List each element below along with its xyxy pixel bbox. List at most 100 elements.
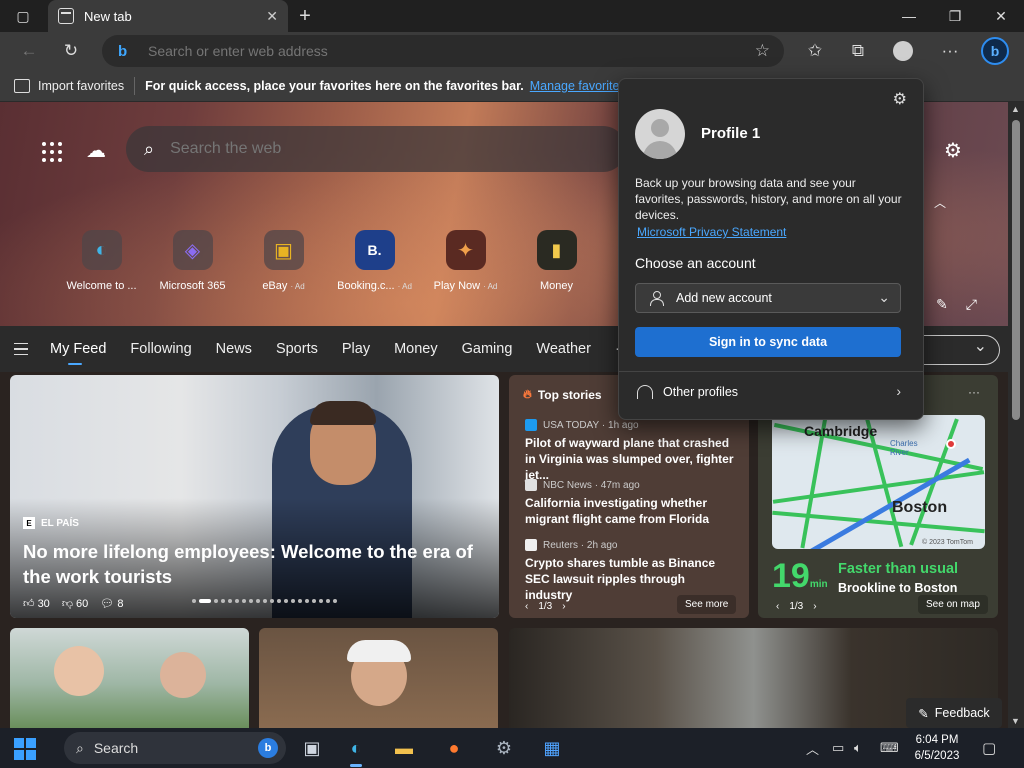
- new-tab-page-icon: [58, 8, 74, 24]
- import-favorites-button[interactable]: Import favorites: [14, 78, 124, 93]
- feed-thumbnail-woman-boxes[interactable]: [259, 628, 498, 728]
- tab-my-feed[interactable]: My Feed: [50, 341, 106, 365]
- quick-link-3[interactable]: B. Booking.c... · Ad: [329, 230, 420, 292]
- close-tab-icon[interactable]: ✕: [266, 8, 278, 25]
- bing-chat-icon[interactable]: b: [980, 36, 1010, 66]
- traffic-route: Brookline to Boston: [838, 581, 958, 595]
- feedback-icon: ✎: [918, 706, 929, 721]
- taskbar-clock[interactable]: 6:04 PM 6/5/2023: [902, 732, 972, 764]
- dislike-button[interactable]: 👎︎ 60: [62, 597, 88, 610]
- collections-icon[interactable]: ⧉: [843, 36, 873, 66]
- apps-launcher-icon[interactable]: [42, 142, 62, 162]
- feedback-button[interactable]: ✎ Feedback: [906, 698, 1002, 728]
- menu-hamburger-icon[interactable]: [14, 343, 28, 355]
- tab-news[interactable]: News: [216, 341, 252, 357]
- feed-layout-dropdown[interactable]: [920, 335, 1000, 365]
- add-favorite-star-icon[interactable]: ☆: [755, 41, 770, 61]
- travel-minutes: 19min: [772, 557, 828, 595]
- background-edit-icon[interactable]: ✎: [936, 296, 948, 313]
- taskbar-search-box[interactable]: ⌕ Search b: [64, 732, 286, 764]
- favorites-separator: [134, 76, 136, 95]
- firefox-icon[interactable]: ●: [440, 734, 468, 762]
- address-bar[interactable]: b ☆: [102, 35, 784, 67]
- quick-link-label: Welcome to ...: [66, 280, 137, 292]
- tab-actions-icon[interactable]: ▢: [0, 0, 46, 32]
- restore-icon[interactable]: ❐: [932, 0, 978, 32]
- tab-money[interactable]: Money: [394, 341, 438, 357]
- search-icon: ⌕: [76, 739, 84, 756]
- task-view-icon[interactable]: ▣: [298, 734, 326, 762]
- web-search-input[interactable]: [170, 140, 571, 158]
- quick-link-icon: ▣: [263, 230, 304, 270]
- search-icon: ⌕: [144, 138, 155, 159]
- quick-link-5[interactable]: ▮ Money: [511, 230, 602, 292]
- scroll-thumb[interactable]: [1012, 120, 1020, 420]
- back-button[interactable]: ←: [14, 36, 44, 66]
- carousel-dots[interactable]: [192, 599, 337, 603]
- traffic-map[interactable]: Cambridge Boston Charles River © 2023 To…: [772, 415, 985, 549]
- address-input[interactable]: [148, 43, 708, 59]
- other-profiles-button[interactable]: Other profiles: [637, 385, 738, 399]
- show-hidden-icons[interactable]: ︿: [806, 728, 819, 768]
- profile-icon[interactable]: [888, 36, 918, 66]
- page-scrollbar[interactable]: ▲ ▼: [1008, 102, 1024, 728]
- like-button[interactable]: 👍︎ 30: [23, 597, 50, 610]
- top-stories-title: Top stories: [537, 387, 602, 402]
- settings-app-icon[interactable]: ⚙: [490, 734, 518, 762]
- keyboard-icon[interactable]: ⌨: [880, 728, 899, 768]
- traffic-pager: ‹ 1/3 ›: [776, 601, 817, 612]
- see-more-button[interactable]: See more: [677, 595, 737, 614]
- see-on-map-button[interactable]: See on map: [918, 595, 988, 614]
- tab-following[interactable]: Following: [130, 341, 191, 357]
- sign-in-sync-button[interactable]: Sign in to sync data: [635, 327, 901, 357]
- scroll-down-icon[interactable]: ▼: [1011, 716, 1020, 726]
- favorites-icon[interactable]: ✩: [800, 36, 830, 66]
- prev-icon[interactable]: ‹: [525, 601, 528, 612]
- notifications-icon[interactable]: ▢: [982, 728, 996, 768]
- story-item[interactable]: NBC News · 47m ago California investigat…: [525, 479, 735, 527]
- prev-icon[interactable]: ‹: [776, 601, 779, 612]
- refresh-button[interactable]: ↻: [56, 36, 86, 66]
- next-icon[interactable]: ›: [562, 601, 565, 612]
- scroll-up-icon[interactable]: ▲: [1011, 104, 1020, 114]
- store-app-icon[interactable]: ▦: [538, 734, 566, 762]
- privacy-statement-link[interactable]: Microsoft Privacy Statement: [637, 225, 786, 239]
- quick-link-4[interactable]: ✦ Play Now · Ad: [420, 230, 511, 292]
- settings-more-icon[interactable]: ···: [935, 36, 965, 66]
- collapse-chevron-icon[interactable]: ︿: [934, 194, 946, 211]
- tab-play[interactable]: Play: [342, 341, 370, 357]
- weather-cloud-icon[interactable]: ☁: [86, 138, 106, 163]
- file-explorer-icon[interactable]: ▬: [390, 734, 418, 762]
- quick-link-1[interactable]: ◈ Microsoft 365: [147, 230, 238, 292]
- card-menu-icon[interactable]: ···: [968, 385, 980, 399]
- story-headline[interactable]: No more lifelong employees: Welcome to t…: [23, 539, 493, 589]
- minimize-icon[interactable]: —: [886, 0, 932, 32]
- story-title: California investigating whether migrant…: [525, 496, 710, 526]
- add-account-dropdown[interactable]: Add new account ⌄: [635, 283, 901, 313]
- story-item[interactable]: USA TODAY · 1h ago Pilot of wayward plan…: [525, 419, 735, 483]
- story-item[interactable]: Reuters · 2h ago Crypto shares tumble as…: [525, 539, 735, 603]
- profile-settings-gear-icon[interactable]: ⚙: [893, 89, 907, 109]
- tab-sports[interactable]: Sports: [276, 341, 318, 357]
- new-tab-button[interactable]: +: [292, 4, 318, 28]
- start-button[interactable]: [14, 738, 36, 760]
- web-search-box[interactable]: ⌕: [126, 126, 626, 172]
- network-icon[interactable]: ▭: [832, 728, 844, 768]
- top-stories-pager: ‹ 1/3 ›: [525, 601, 566, 612]
- story-reactions: 👍︎ 30 👎︎ 60 💬︎ 8: [23, 597, 123, 610]
- tab-new-tab[interactable]: New tab ✕: [48, 0, 288, 32]
- close-window-icon[interactable]: ✕: [978, 0, 1024, 32]
- comments-button[interactable]: 💬︎ 8: [100, 597, 123, 610]
- quick-link-2[interactable]: ▣ eBay · Ad: [238, 230, 329, 292]
- page-settings-gear-icon[interactable]: ⚙: [944, 138, 962, 163]
- volume-icon[interactable]: 🔈︎: [854, 728, 862, 768]
- quick-link-label: Money: [539, 280, 574, 292]
- next-icon[interactable]: ›: [813, 601, 816, 612]
- quick-link-0[interactable]: ◐ Welcome to ...: [56, 230, 147, 292]
- tab-gaming[interactable]: Gaming: [462, 341, 513, 357]
- main-story-card[interactable]: E EL PAÍS No more lifelong employees: We…: [10, 375, 499, 618]
- fullscreen-icon[interactable]: ⤢: [966, 296, 977, 313]
- feed-thumbnail-couple[interactable]: [10, 628, 249, 728]
- edge-app-icon[interactable]: ◐: [342, 734, 370, 767]
- tab-weather[interactable]: Weather: [536, 341, 591, 357]
